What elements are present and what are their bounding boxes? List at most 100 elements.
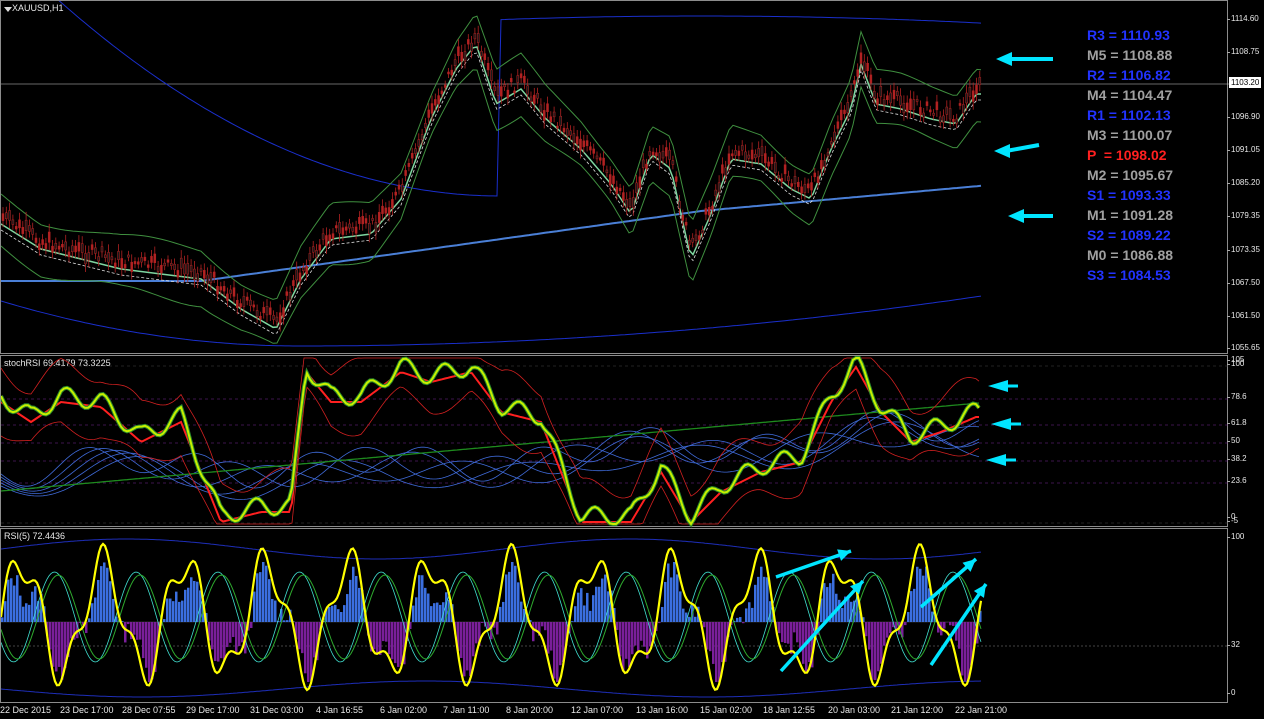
- price-plot: [1, 1, 1229, 347]
- candle: [269, 307, 272, 315]
- candle: [638, 176, 642, 188]
- candle: [38, 243, 41, 250]
- candle: [602, 157, 605, 166]
- candle: [529, 96, 533, 102]
- time-tick: 23 Dec 17:00: [60, 705, 114, 715]
- rsi-histogram-bar: [628, 622, 631, 667]
- candle: [427, 109, 430, 118]
- candle: [51, 245, 54, 253]
- rsi-histogram-bar: [283, 620, 286, 622]
- rsi-histogram-bar: [586, 592, 589, 622]
- candle: [661, 150, 665, 159]
- candle: [364, 218, 368, 224]
- candle: [302, 267, 305, 271]
- rsi-histogram-bar: [871, 622, 874, 680]
- candle: [793, 176, 797, 185]
- rsi-histogram-bar: [889, 622, 892, 634]
- candle: [344, 226, 348, 231]
- price-tick: 1091.05: [1227, 145, 1260, 154]
- candle: [486, 62, 490, 71]
- candle: [526, 85, 529, 95]
- candle: [71, 245, 74, 252]
- candle: [265, 306, 269, 316]
- candle: [823, 160, 826, 167]
- rsi-histogram-bar: [268, 579, 271, 622]
- rsi-histogram-bar: [547, 622, 550, 654]
- rsi-histogram-bar: [658, 622, 661, 624]
- candle: [239, 303, 242, 308]
- rsi-histogram-bar: [760, 566, 763, 622]
- candle: [932, 112, 935, 116]
- candle: [641, 159, 645, 168]
- candle: [592, 148, 595, 154]
- rsi-histogram-bar: [388, 622, 391, 655]
- price-chart-pane[interactable]: XAUUSD,H1 R3 = 1110.93 M5 = 1108.88 R2 = 1…: [0, 0, 1229, 354]
- candle: [608, 174, 612, 186]
- candle: [800, 186, 803, 194]
- candle: [694, 234, 698, 241]
- rsi-histogram-bar: [712, 622, 715, 664]
- candle: [952, 118, 955, 122]
- candle: [166, 259, 170, 263]
- candle: [856, 69, 859, 77]
- candle: [882, 99, 886, 106]
- candle: [61, 243, 64, 248]
- rsi-histogram-bar: [193, 580, 196, 622]
- rsi-histogram-bar: [880, 622, 883, 664]
- candle: [582, 140, 586, 148]
- rsi-histogram-bar: [421, 575, 424, 622]
- candle: [311, 246, 315, 253]
- candle: [503, 84, 506, 88]
- candle: [714, 189, 718, 197]
- rsi-histogram-bar: [637, 622, 640, 653]
- candle: [143, 256, 147, 261]
- rsi-histogram-bar: [112, 598, 115, 622]
- stochrsi-pane[interactable]: stochRSI 69.4179 73.3225: [0, 355, 1229, 528]
- candle: [338, 222, 341, 234]
- rsi-histogram-bar: [91, 603, 94, 622]
- rsi-histogram-bar: [556, 622, 559, 682]
- candle: [958, 103, 962, 106]
- candle: [467, 39, 470, 45]
- candle: [892, 89, 896, 100]
- rsi-histogram-bar: [232, 622, 235, 638]
- stochrsi-tick: 78.6: [1227, 392, 1247, 401]
- candle: [150, 255, 153, 263]
- current-price-tag: 1103.20: [1229, 77, 1262, 88]
- stochrsi-band: [1, 426, 980, 495]
- candle: [437, 95, 440, 105]
- pivot-arrow-head: [1008, 209, 1024, 223]
- candle: [186, 263, 190, 275]
- rsi-histogram-bar: [838, 599, 841, 622]
- candle: [830, 141, 833, 145]
- candle: [622, 192, 625, 201]
- rsi-histogram-bar: [916, 566, 919, 622]
- price-tick: 1114.60: [1227, 14, 1259, 23]
- stochrsi-tick: 61.8: [1227, 418, 1247, 427]
- rsi-histogram-bar: [343, 605, 346, 622]
- candle: [615, 186, 619, 195]
- candle: [434, 99, 437, 106]
- candle: [797, 181, 800, 187]
- candle: [869, 74, 873, 84]
- pivot-level: R3 = 1110.93: [1087, 27, 1170, 43]
- candle: [655, 152, 658, 157]
- candle: [836, 121, 840, 129]
- candle: [173, 263, 176, 270]
- rsi-histogram-bar: [256, 573, 259, 622]
- candle: [925, 101, 929, 106]
- candle: [259, 315, 262, 320]
- rsi-tick: 100: [1226, 532, 1245, 541]
- bollinger-upper: [1, 15, 982, 300]
- candle: [417, 139, 421, 147]
- candle: [222, 286, 226, 292]
- rsi-histogram-bar: [22, 606, 25, 622]
- rsi-histogram-bar: [793, 622, 796, 633]
- candle: [381, 205, 384, 214]
- rsi-pane[interactable]: RSI(5) 72.4436: [0, 528, 1229, 703]
- stochrsi-tick: -5: [1226, 516, 1239, 525]
- candle: [80, 243, 84, 253]
- time-tick: 28 Dec 07:55: [122, 705, 176, 715]
- candle: [120, 258, 124, 269]
- candle: [315, 250, 318, 258]
